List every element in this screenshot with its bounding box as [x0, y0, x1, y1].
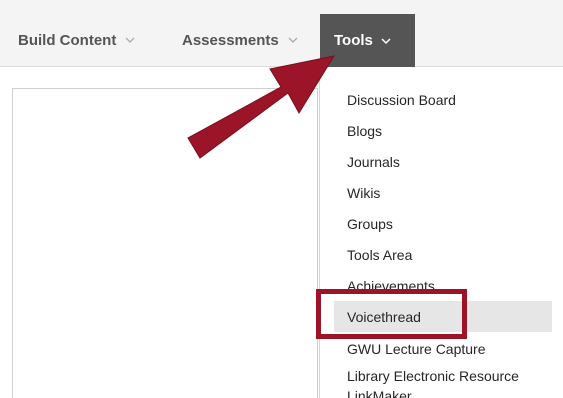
screenshot: Build Content Assessments Tools Discussi… [0, 0, 563, 398]
annotation-arrow-icon [187, 55, 336, 159]
